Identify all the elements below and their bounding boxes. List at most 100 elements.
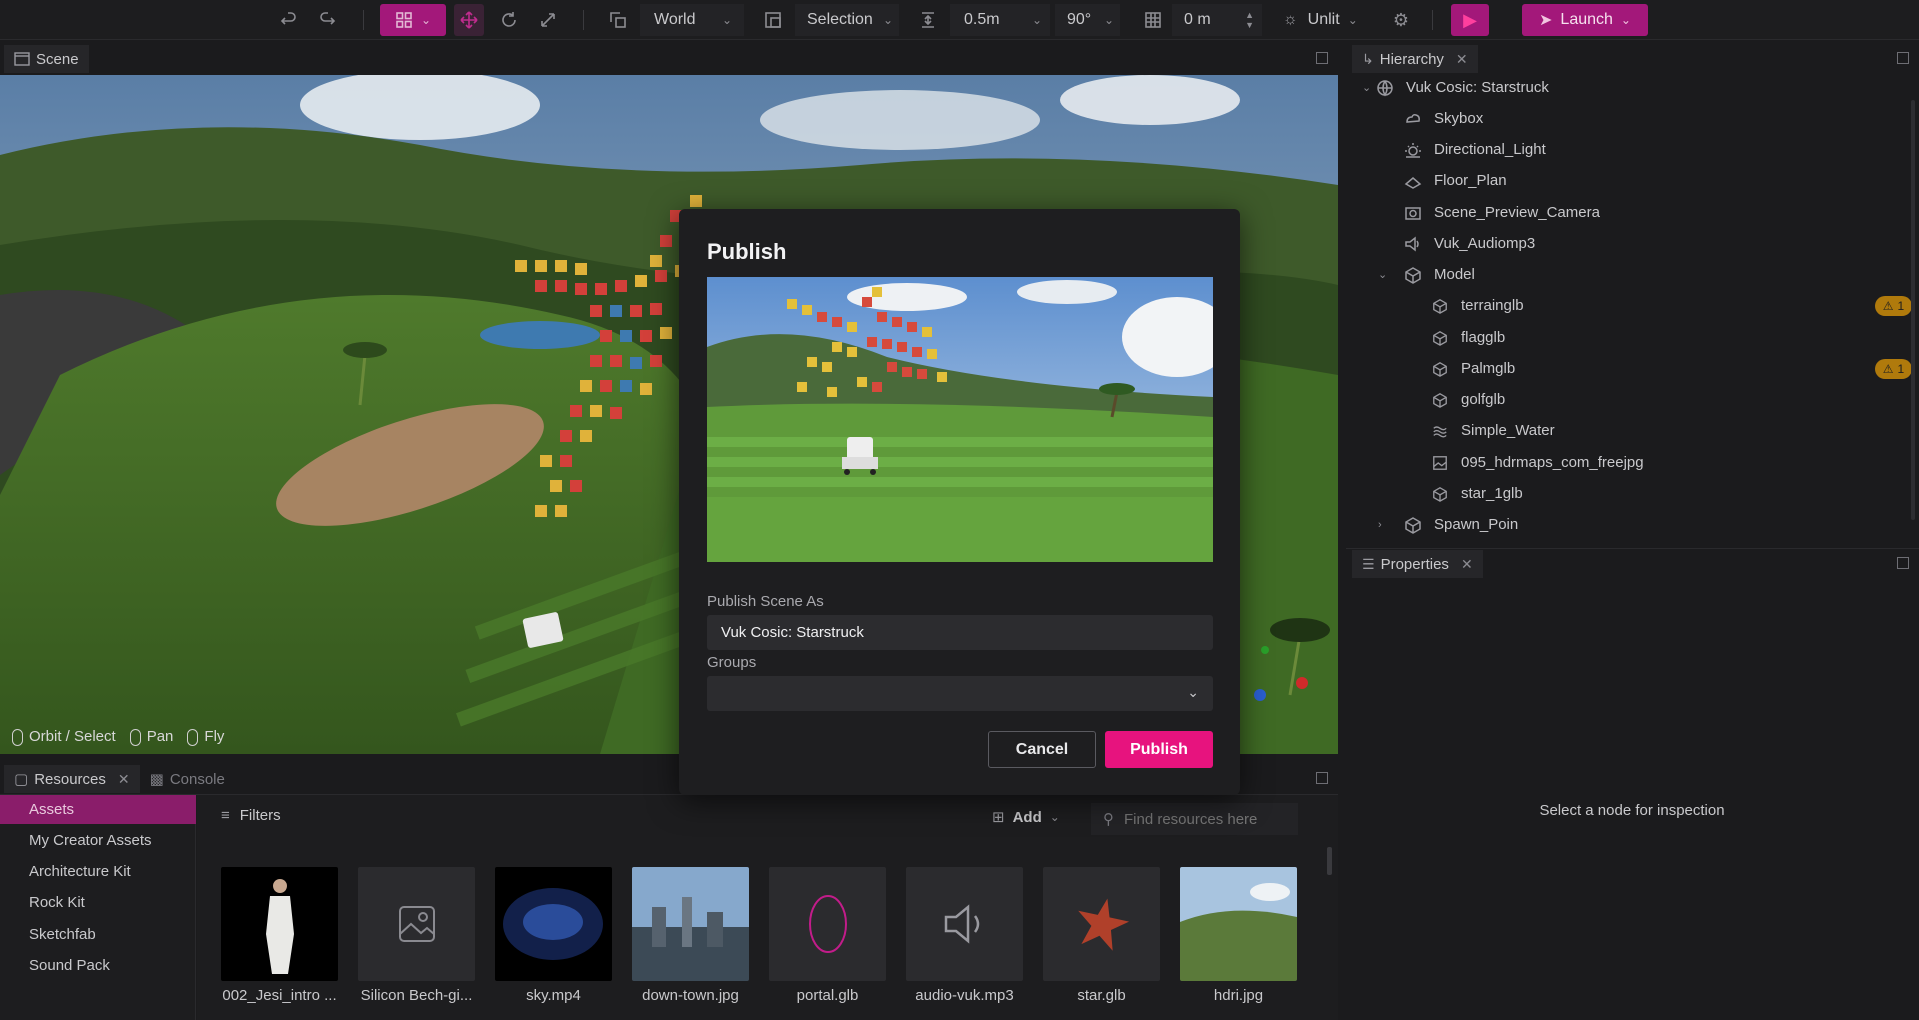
asset-label: down-town.jpg [642, 987, 739, 1004]
search-icon: ⚲ [1103, 811, 1114, 828]
tree-item-model[interactable]: ⌄ Model [1378, 259, 1475, 290]
chevron-down-icon: ⌄ [1103, 13, 1114, 27]
asset-card[interactable]: down-town.jpg [632, 867, 749, 1004]
play-button[interactable]: ▶ [1451, 4, 1489, 36]
play-icon: ▶ [1463, 9, 1477, 30]
add-label: Add [1012, 808, 1042, 826]
resources-sidebar: Assets My Creator Assets Architecture Ki… [0, 795, 196, 1020]
grid-value-stepper[interactable]: 0 m ▲ ▼ [1172, 4, 1262, 36]
asset-thumbnail [906, 867, 1023, 981]
tree-root[interactable]: ⌄ Vuk Cosic: Starstruck [1362, 72, 1549, 103]
tree-item-palmglb[interactable]: Palmglb ⚠ 1 [1431, 353, 1912, 384]
asset-card[interactable]: star.glb [1043, 867, 1160, 1004]
top-toolbar: ⌄ World ⌄ Selection ⌄ 0.5m ⌄ 90° ⌄ 0 m ▲… [0, 0, 1919, 40]
chevron-down-icon: ⌄ [1187, 684, 1199, 700]
transform-space-icon[interactable] [605, 4, 631, 36]
tab-resources[interactable]: ▢ Resources ✕ [4, 765, 140, 793]
move-tool-icon[interactable] [454, 4, 484, 36]
tab-console[interactable]: ▩ Console [140, 765, 235, 793]
asset-card[interactable]: hdri.jpg [1180, 867, 1297, 1004]
tree-item-flagglb[interactable]: flagglb [1431, 322, 1505, 353]
add-resource-button[interactable]: ⊞ Add ⌄ [992, 808, 1060, 827]
search-box[interactable]: ⚲ [1091, 803, 1298, 835]
resources-scrollbar[interactable] [1327, 847, 1332, 875]
scale-tool-icon[interactable] [535, 4, 561, 36]
settings-gear-icon[interactable]: ⚙ [1388, 4, 1414, 36]
maximize-icon[interactable] [1316, 772, 1328, 784]
chevron-down-icon[interactable]: ⌄ [1362, 81, 1371, 94]
publish-button[interactable]: Publish [1105, 731, 1213, 768]
snap-distance-dropdown[interactable]: 0.5m ⌄ [950, 4, 1050, 36]
undo-icon[interactable] [276, 4, 302, 36]
tree-item-directional-light[interactable]: Directional_Light [1404, 134, 1546, 165]
world-space-dropdown[interactable]: World ⌄ [640, 4, 744, 36]
stepper-arrows-icon[interactable]: ▲ ▼ [1245, 10, 1254, 30]
sidebar-item-sketchfab[interactable]: Sketchfab [0, 920, 196, 949]
chevron-down-icon: ⌄ [1049, 810, 1060, 824]
warning-icon: ⚠ [1882, 298, 1894, 313]
asset-card[interactable]: Silicon Bech-gi... [358, 867, 475, 1004]
groups-select[interactable]: ⌄ [707, 676, 1213, 711]
filters-button[interactable]: ≡ Filters [221, 807, 281, 824]
grid-icon [1140, 4, 1166, 36]
selection-mode-dropdown[interactable]: Selection ⌄ [795, 4, 899, 36]
sidebar-item-architecture-kit[interactable]: Architecture Kit [0, 857, 196, 886]
close-icon[interactable]: ✕ [118, 771, 130, 788]
sidebar-item-sound-pack[interactable]: Sound Pack [0, 951, 196, 980]
asset-card[interactable]: sky.mp4 [495, 867, 612, 1004]
tab-properties[interactable]: ☰ Properties ✕ [1352, 550, 1483, 578]
tree-item-simple-water[interactable]: Simple_Water [1431, 415, 1555, 446]
tree-item-terrainglb[interactable]: terrainglb ⚠ 1 [1431, 290, 1912, 321]
warning-icon: ⚠ [1882, 361, 1894, 376]
tree-item-skybox[interactable]: Skybox [1404, 103, 1483, 134]
tab-scene[interactable]: Scene [4, 45, 89, 73]
selection-mode-icon[interactable] [760, 4, 786, 36]
redo-icon[interactable] [314, 4, 340, 36]
tree-item-star-1glb[interactable]: star_1glb [1431, 478, 1523, 509]
image-icon [1431, 454, 1449, 472]
sliders-icon: ☰ [1362, 555, 1375, 572]
warning-badge[interactable]: ⚠ 1 [1875, 358, 1912, 379]
cancel-button[interactable]: Cancel [988, 731, 1096, 768]
asset-card[interactable]: audio-vuk.mp3 [906, 867, 1023, 1004]
asset-card[interactable]: portal.glb [769, 867, 886, 1004]
chevron-right-icon[interactable]: › [1378, 519, 1382, 531]
cube-icon [1431, 360, 1449, 378]
sidebar-item-my-creator-assets[interactable]: My Creator Assets [0, 826, 196, 855]
close-icon[interactable]: ✕ [1456, 51, 1468, 68]
tree-item-floor-plan[interactable]: Floor_Plan [1404, 165, 1507, 196]
tree-item-spawn-poin[interactable]: › Spawn_Poin [1378, 509, 1518, 540]
sidebar-item-assets[interactable]: Assets [0, 795, 196, 824]
tree-item-golfglb[interactable]: golfglb [1431, 384, 1505, 415]
rotate-tool-icon[interactable] [496, 4, 522, 36]
tree-item-scene-preview-camera[interactable]: Scene_Preview_Camera [1404, 197, 1600, 228]
asset-thumbnail [221, 867, 338, 981]
publish-scene-name-input[interactable]: Vuk Cosic: Starstruck [707, 615, 1213, 650]
layout-dropdown-button[interactable]: ⌄ [380, 4, 446, 36]
maximize-icon[interactable] [1897, 52, 1909, 64]
hint-pan: Pan [129, 728, 173, 746]
search-input[interactable] [1124, 810, 1284, 828]
launch-button[interactable]: ➤ Launch ⌄ [1522, 4, 1648, 36]
hierarchy-tree: ⌄ Vuk Cosic: Starstruck Skybox Direction… [1352, 72, 1912, 542]
hierarchy-scrollbar[interactable] [1911, 100, 1915, 520]
tree-item-vuk-audio[interactable]: Vuk_Audiomp3 [1404, 228, 1535, 259]
warning-badge[interactable]: ⚠ 1 [1875, 295, 1912, 316]
tree-item-hdrmaps[interactable]: 095_hdrmaps_com_freejpg [1431, 447, 1644, 478]
chevron-down-icon[interactable]: ⌄ [1378, 268, 1387, 281]
globe-icon [1376, 79, 1394, 97]
sidebar-item-rock-kit[interactable]: Rock Kit [0, 888, 196, 917]
maximize-icon[interactable] [1316, 52, 1328, 64]
floor-icon [1404, 172, 1422, 190]
model-icon [1404, 266, 1422, 284]
maximize-icon[interactable] [1897, 557, 1909, 569]
close-icon[interactable]: ✕ [1461, 556, 1473, 573]
tab-hierarchy[interactable]: ↳ Hierarchy ✕ [1352, 45, 1478, 73]
dialog-title: Publish [707, 239, 787, 264]
asset-card[interactable]: 002_Jesi_intro ... [221, 867, 338, 1004]
lighting-dropdown[interactable]: ☼ Unlit ⌄ [1283, 4, 1373, 36]
snap-angle-dropdown[interactable]: 90° ⌄ [1055, 4, 1120, 36]
terminal-icon: ▩ [149, 771, 164, 788]
scene-preview-image [707, 277, 1213, 562]
hierarchy-panel-header: ↳ Hierarchy ✕ [1352, 45, 1478, 73]
